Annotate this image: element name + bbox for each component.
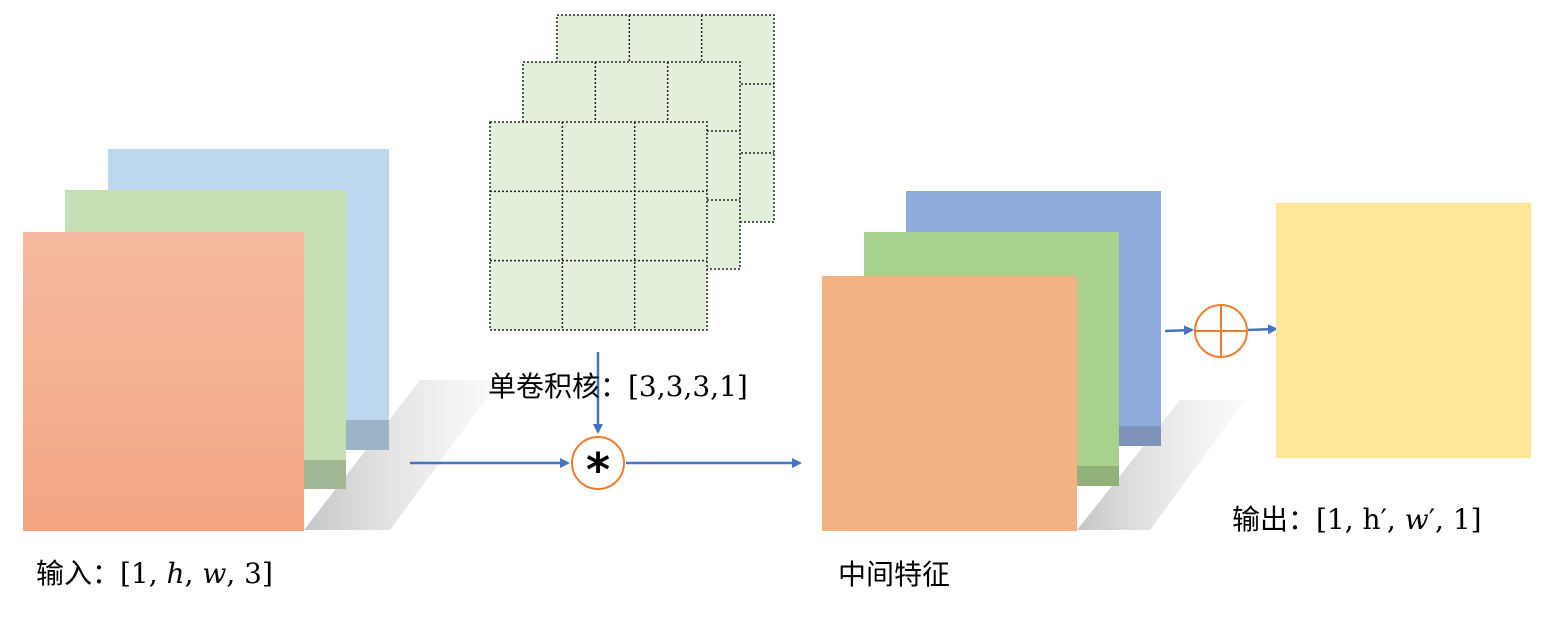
kernel-label: 单卷积核：[3,3,3,1] [488, 370, 748, 403]
output-feature-map [1276, 203, 1531, 458]
kernel-slice-1 [489, 121, 708, 331]
sum-to-output-arrow [1247, 324, 1278, 335]
convolution-symbol: * [586, 443, 610, 497]
feature-to-sum-arrow [1164, 325, 1194, 336]
convolution-operator: * [571, 436, 625, 497]
feature-channel-1 [822, 276, 1077, 531]
input-channel-1 [23, 232, 304, 531]
feature-channel-3-shadow-overlap [1119, 426, 1161, 446]
input-label: 输入：[1, ℎ, 𝑤, 3] [36, 557, 273, 590]
kernel-slice-background [489, 121, 708, 331]
input-channel-3-shadow-overlap [346, 420, 389, 450]
kernel-stack [489, 14, 775, 331]
input-tensor [23, 149, 500, 531]
feature-channel-2-shadow-overlap [1077, 466, 1119, 486]
sum-operator [1164, 304, 1278, 358]
intermediate-feature [822, 191, 1245, 531]
input-channel-2-shadow-overlap [304, 460, 346, 489]
output-label: 输出：[1, h′, 𝑤′, 1] [1232, 503, 1482, 536]
intermediate-label: 中间特征 [838, 558, 951, 591]
